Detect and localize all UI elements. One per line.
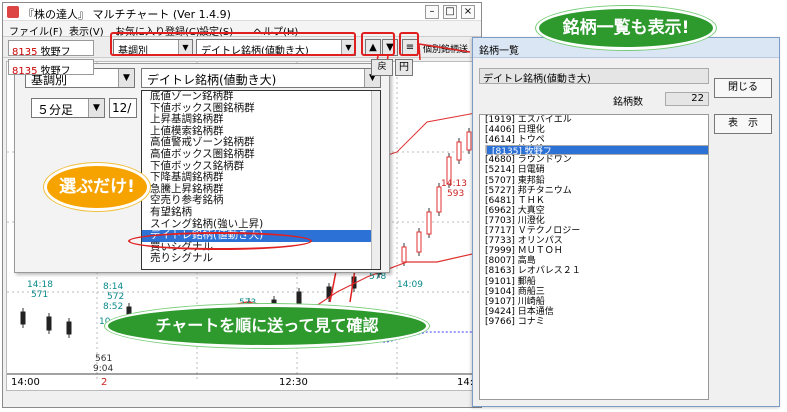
stock-listbox[interactable]: [1919] エスバイエル[4406] 日理化[4614] トウペ[4615] … — [479, 114, 709, 400]
callout-chart-send: チャートを順に送って見て確認 — [105, 304, 429, 348]
list-item[interactable]: 高値ボックス圏銘柄群 — [142, 148, 380, 161]
stock-list-item[interactable]: [4614] トウペ — [480, 135, 708, 145]
list-combo[interactable]: デイトレ銘柄(値動き大) ▼ — [141, 68, 381, 88]
dialog-title: 銘柄一覧 — [479, 46, 519, 57]
stock-list-item[interactable]: [5214] 日電硝 — [480, 165, 708, 175]
interval-combo[interactable]: ５分足 ▼ — [31, 98, 105, 118]
stock-list-dialog: 銘柄一覧 デイトレ銘柄(値動き大) 銘柄数 22 閉じる 表 示 [1919] … — [472, 37, 780, 407]
list-item[interactable]: 下降基調銘柄群 — [142, 172, 380, 184]
stock-list-item[interactable]: [9766] コナミ — [480, 317, 708, 327]
show-button[interactable]: 表 示 — [714, 114, 772, 134]
stock-list-item[interactable]: [6962] 大真空 — [480, 206, 708, 216]
selection-ellipse — [128, 232, 312, 250]
stock-list-item[interactable]: [9424] 日本通信 — [480, 307, 708, 317]
date-field[interactable]: 12/ — [109, 98, 137, 118]
stock-list-item[interactable]: [8163] レオパレス２１ — [480, 266, 708, 276]
stock-list-item[interactable]: [8135] 牧野フ — [486, 145, 708, 157]
stock-list-item[interactable]: [9107] 川崎船 — [480, 297, 708, 307]
stock-list-item[interactable]: [4406] 日理化 — [480, 125, 708, 135]
stock-code-field-2[interactable]: 8135 牧野フ — [8, 59, 94, 77]
stock-list-item[interactable]: [9104] 商船三 — [480, 287, 708, 297]
small-btn[interactable]: 円 — [395, 59, 413, 76]
current-list-field: デイトレ銘柄(値動き大) — [479, 68, 709, 85]
stock-list-item[interactable]: [5707] 東邦鉛 — [480, 176, 708, 186]
stock-list-item[interactable]: [7703] 川澄化 — [480, 216, 708, 226]
callout-just-select: 選ぶだけ! — [44, 163, 150, 211]
close-dialog-button[interactable]: 閉じる — [714, 78, 772, 98]
count-field: 22 — [665, 92, 709, 106]
stock-list-item[interactable]: [7717] Ｖテクノロジー — [480, 226, 708, 236]
stock-list-item[interactable]: [1919] エスバイエル — [480, 115, 708, 125]
chevron-down-icon: ▼ — [88, 99, 104, 117]
callout-list-display: 銘柄一覧も表示! — [536, 6, 716, 50]
stock-list-item[interactable]: [5727] 邦チタニウム — [480, 186, 708, 196]
chevron-down-icon: ▼ — [118, 69, 134, 87]
list-item[interactable]: 底値ゾーン銘柄群 — [142, 91, 380, 103]
stock-list-item[interactable]: [8007] 高島 — [480, 256, 708, 266]
list-item[interactable]: 有望銘柄 — [142, 206, 380, 219]
stock-list-item[interactable]: [7999] ＭＵＴＯＨ — [480, 246, 708, 256]
stock-list-item[interactable]: [6481] ＴＨＫ — [480, 196, 708, 206]
list-item[interactable]: 売りシグナル — [142, 253, 380, 265]
back-btn[interactable]: 戻 — [371, 59, 393, 76]
stock-list-item[interactable]: [9101] 郵船 — [480, 277, 708, 287]
stock-list-item[interactable]: [7733] オリンパス — [480, 236, 708, 246]
scrollbar[interactable] — [371, 91, 380, 269]
count-label: 銘柄数 — [613, 97, 643, 108]
